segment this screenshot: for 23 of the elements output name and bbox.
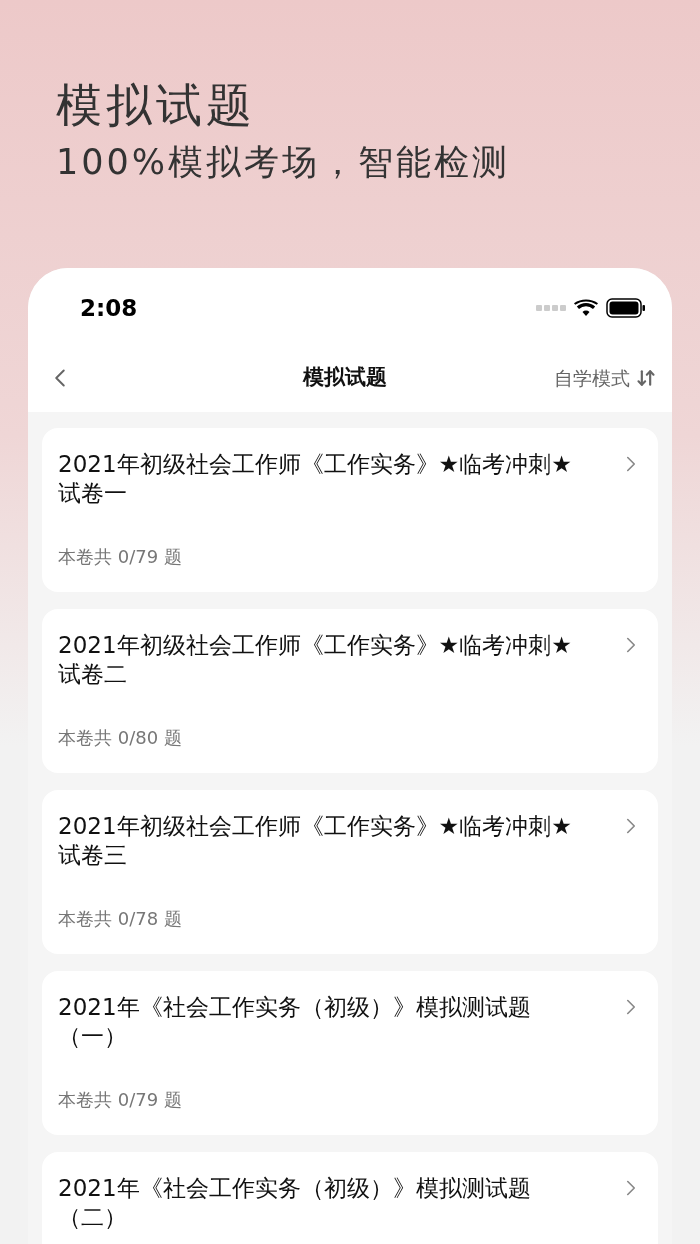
paper-card[interactable]: 2021年《社会工作实务（初级）》模拟测试题（二） bbox=[42, 1152, 658, 1244]
wifi-icon bbox=[574, 299, 598, 317]
paper-title: 2021年初级社会工作师《工作实务》★临考冲刺★试卷三 bbox=[58, 812, 573, 870]
promo-title: 模拟试题 bbox=[56, 77, 257, 134]
question-count: 本卷共 0/80 题 bbox=[58, 726, 183, 750]
paper-title: 2021年初级社会工作师《工作实务》★临考冲刺★试卷一 bbox=[58, 450, 573, 508]
nav-title: 模拟试题 bbox=[303, 364, 387, 392]
question-count: 本卷共 0/78 题 bbox=[58, 907, 183, 931]
paper-card[interactable]: 2021年初级社会工作师《工作实务》★临考冲刺★试卷三 本卷共 0/78 题 bbox=[42, 790, 658, 954]
paper-title: 2021年《社会工作实务（初级）》模拟测试题（一） bbox=[58, 993, 532, 1051]
signal-icon bbox=[536, 304, 566, 312]
paper-card[interactable]: 2021年初级社会工作师《工作实务》★临考冲刺★试卷二 本卷共 0/80 题 bbox=[42, 609, 658, 773]
study-mode-button[interactable]: 自学模式 bbox=[554, 363, 656, 393]
sort-icon bbox=[636, 368, 656, 388]
promo-subtitle: 100%模拟考场，智能检测 bbox=[56, 141, 512, 184]
paper-card[interactable]: 2021年《社会工作实务（初级）》模拟测试题（一） 本卷共 0/79 题 bbox=[42, 971, 658, 1135]
status-time: 2:08 bbox=[80, 293, 138, 323]
question-count: 本卷共 0/79 题 bbox=[58, 545, 183, 569]
paper-title: 2021年《社会工作实务（初级）》模拟测试题（二） bbox=[58, 1174, 532, 1232]
paper-card[interactable]: 2021年初级社会工作师《工作实务》★临考冲刺★试卷一 本卷共 0/79 题 bbox=[42, 428, 658, 592]
question-count: 本卷共 0/79 题 bbox=[58, 1088, 183, 1112]
battery-icon bbox=[606, 298, 646, 318]
paper-title: 2021年初级社会工作师《工作实务》★临考冲刺★试卷二 bbox=[58, 631, 573, 689]
